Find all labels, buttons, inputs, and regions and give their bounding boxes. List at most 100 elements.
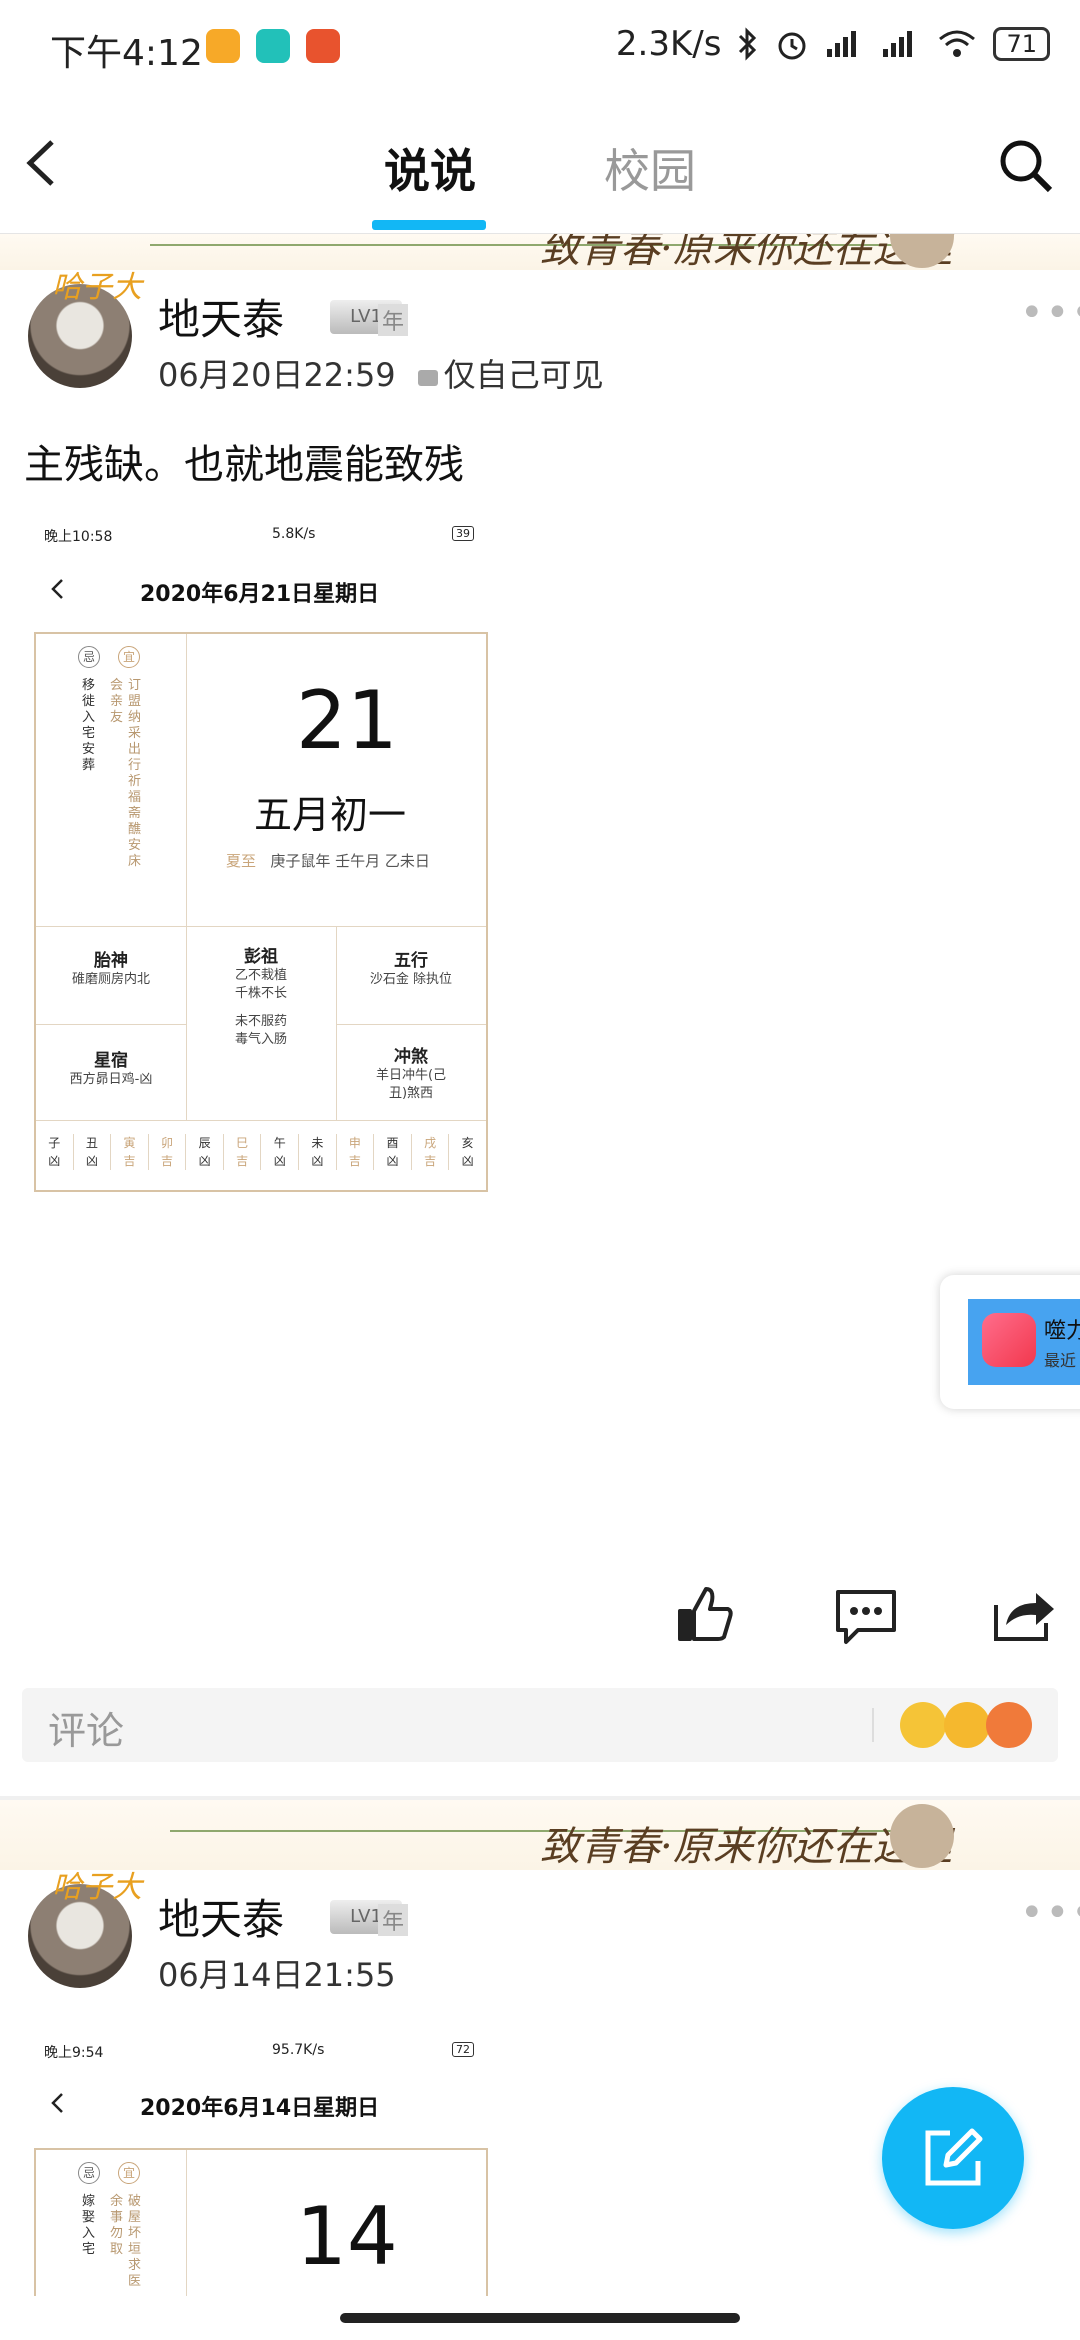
- app-notification-icon: [206, 29, 240, 63]
- hour-cell: 戌吉: [410, 1134, 449, 1170]
- hour-luck: 吉: [123, 1154, 136, 1168]
- post-meta: 06月20日22:59 仅自己可见: [158, 350, 604, 396]
- mini-battery-2: 72: [452, 2042, 474, 2057]
- wifi-icon: [939, 30, 976, 57]
- compose-button[interactable]: [882, 2087, 1024, 2229]
- floating-app-card[interactable]: 噬力 最近: [940, 1275, 1080, 1409]
- hour-branch: 卯: [161, 1136, 174, 1150]
- mini-status-speed-2: 95.7K/s: [272, 2042, 325, 2058]
- good-badge-2: 宜: [118, 2162, 140, 2184]
- post-banner-2: 致青春·原来你还在这里: [0, 1800, 1080, 1870]
- hour-branch: 亥: [461, 1136, 474, 1150]
- pengzu-text-1: 乙不栽植: [234, 968, 287, 983]
- mini-back-icon: [51, 579, 63, 599]
- edit-icon: [925, 2128, 983, 2186]
- laugh-emoji-icon[interactable]: [944, 1702, 990, 1748]
- hour-luck: 吉: [424, 1154, 437, 1168]
- mini-status-speed: 5.8K/s: [272, 526, 316, 542]
- taishen-title: 胎神: [94, 951, 128, 971]
- share-icon[interactable]: [992, 1585, 1058, 1643]
- good-items-2: 订盟纳采出行祈福斋醮安床: [128, 678, 142, 869]
- status-right: 2.3K/s 71: [616, 24, 1050, 64]
- good-items-2-2: 破屋坏垣求医: [128, 2194, 142, 2289]
- chongsha-title: 冲煞: [394, 1047, 428, 1067]
- back-icon[interactable]: [22, 138, 62, 188]
- hour-luck: 凶: [85, 1154, 98, 1168]
- hour-luck: 吉: [348, 1154, 361, 1168]
- good-badge: 宜: [118, 646, 140, 668]
- post-time-2: 06月14日21:55: [158, 1956, 396, 1994]
- emoji-separator: [872, 1708, 874, 1742]
- post-image-2[interactable]: 晚上9:54 95.7K/s 72 2020年6月14日星期日 忌 宜 嫁娶入宅…: [22, 2026, 492, 2296]
- mini-battery: 39: [452, 526, 474, 541]
- like-icon[interactable]: [676, 1585, 734, 1643]
- signal-icon: [827, 31, 857, 57]
- pengzu-text-2: 千株不长: [234, 986, 287, 1001]
- comment-icon[interactable]: [834, 1588, 898, 1646]
- hour-luck: 凶: [311, 1154, 324, 1168]
- hour-branch: 未: [311, 1136, 324, 1150]
- hour-luck: 凶: [198, 1154, 211, 1168]
- chongsha-text-1: 羊日冲牛(己: [375, 1068, 447, 1083]
- hour-cell: 卯吉: [147, 1134, 186, 1170]
- banner-face-2: [890, 1804, 954, 1868]
- solar-term: 夏至: [226, 852, 257, 870]
- boss-app-icon: [256, 29, 290, 63]
- tab-indicator: [372, 220, 486, 230]
- username[interactable]: 地天泰: [158, 286, 284, 347]
- username-2[interactable]: 地天泰: [158, 1886, 284, 1947]
- battery-indicator: 71: [993, 27, 1050, 61]
- hour-cell: 寅吉: [110, 1134, 148, 1170]
- calendar-day-2: 14: [296, 2190, 398, 2283]
- wuxing-title: 五行: [394, 951, 428, 971]
- hour-cell: 辰凶: [185, 1134, 223, 1170]
- tab-campus[interactable]: 校园: [604, 135, 696, 201]
- year-badge: 年: [378, 304, 409, 336]
- good-items-1: 会亲友: [110, 678, 124, 725]
- good-items-2-1: 余事勿取: [110, 2194, 124, 2257]
- angry-emoji-icon[interactable]: [986, 1702, 1032, 1748]
- calendar-date-title-2: 2020年6月14日星期日: [140, 2096, 380, 2121]
- post-image[interactable]: 晚上10:58 5.8K/s 39 2020年6月21日星期日 忌 宜 移徙入宅…: [22, 508, 492, 1198]
- ganzhi-line: 夏至 庚子鼠年 壬午月 乙未日: [226, 850, 430, 871]
- xingxiu-title: 星宿: [94, 1051, 128, 1071]
- hour-branch: 丑: [85, 1136, 98, 1150]
- avoid-badge: 忌: [78, 646, 100, 668]
- hour-cell: 未凶: [298, 1134, 336, 1170]
- mi-app-icon: [306, 29, 340, 63]
- hour-luck: 凶: [273, 1154, 286, 1168]
- hour-luck: 凶: [386, 1154, 399, 1168]
- avoid-badge-2: 忌: [78, 2162, 100, 2184]
- hour-luck: 吉: [236, 1154, 249, 1168]
- grin-emoji-icon[interactable]: [900, 1702, 946, 1748]
- pengzu-title: 彭祖: [244, 947, 278, 967]
- lock-icon: [417, 370, 438, 386]
- avatar-tag: 哈子大: [52, 270, 142, 305]
- taishen-text: 碓磨厕房内北: [71, 972, 150, 987]
- mini-back-icon-2: [51, 2093, 63, 2113]
- post-time: 06月20日22:59: [158, 356, 396, 394]
- home-indicator[interactable]: [340, 2313, 740, 2323]
- more-icon-2[interactable]: •••: [1020, 1890, 1080, 1936]
- search-icon[interactable]: [998, 138, 1054, 194]
- hour-luck: 凶: [461, 1154, 474, 1168]
- hour-branch: 巳: [236, 1136, 249, 1150]
- chongsha-text-2: 丑)煞西: [388, 1086, 434, 1101]
- pengzu-text-3: 未不服药: [234, 1014, 287, 1029]
- post-text: 主残缺。也就地震能致残: [24, 442, 464, 488]
- hour-cell: 巳吉: [222, 1134, 261, 1170]
- status-time: 下午4:12: [50, 33, 203, 74]
- mini-status-time-2: 晚上9:54: [44, 2045, 104, 2061]
- calendar-day: 21: [296, 674, 398, 767]
- floating-title: 噬力: [1044, 1319, 1080, 1344]
- post-banner: 致青春·原来你还在这里: [0, 234, 1080, 270]
- hour-cell: 亥凶: [448, 1134, 486, 1170]
- more-icon[interactable]: •••: [1020, 290, 1080, 336]
- tab-shuoshuo[interactable]: 说说: [384, 135, 476, 201]
- hour-branch: 辰: [198, 1136, 211, 1150]
- status-bar: 下午4:12 2.3K/s 71: [0, 0, 1080, 95]
- hour-branch: 寅: [123, 1136, 136, 1150]
- hour-luck: 凶: [48, 1154, 61, 1168]
- mini-status-time: 晚上10:58: [44, 529, 113, 545]
- avoid-items-2: 嫁娶入宅: [82, 2194, 96, 2257]
